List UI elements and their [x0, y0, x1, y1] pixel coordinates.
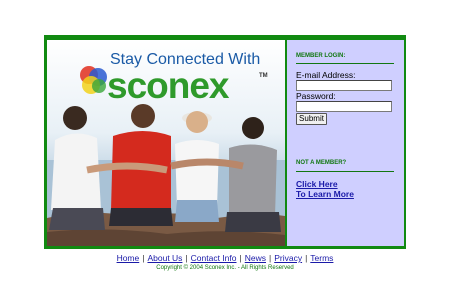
login-panel: MEMBER LOGIN: E-mail Address: Password: …	[287, 40, 404, 246]
brand-wordmark: sconex	[107, 65, 230, 106]
trademark-mark: TM	[259, 73, 268, 79]
footer-link-news[interactable]: News	[245, 253, 266, 263]
email-field[interactable]	[296, 80, 392, 91]
hero-banner: Stay Connected With sconex TM	[47, 40, 285, 246]
footer-nav: Home | About Us | Contact Info | News | Privacy |…	[0, 253, 450, 263]
separator: |	[142, 253, 145, 263]
footer-link-terms[interactable]: Terms	[310, 253, 333, 263]
submit-button[interactable]: Submit	[296, 113, 327, 125]
separator: |	[185, 253, 188, 263]
learn-more-link-line2[interactable]: To Learn More	[296, 189, 354, 199]
password-label: Password:	[296, 91, 336, 101]
sconex-logo-icon	[80, 66, 107, 94]
footer-link-about-us[interactable]: About Us	[147, 253, 182, 263]
email-label: E-mail Address:	[296, 70, 356, 80]
separator: |	[239, 253, 242, 263]
divider	[296, 171, 394, 172]
learn-more-link[interactable]: Click Here	[296, 179, 338, 189]
footer-link-home[interactable]: Home	[117, 253, 140, 263]
separator: |	[305, 253, 308, 263]
copyright-text: Copyright © 2004 Sconex Inc. - All Right…	[156, 265, 294, 271]
footer-link-privacy[interactable]: Privacy	[274, 253, 302, 263]
member-login-heading: MEMBER LOGIN:	[296, 53, 346, 59]
divider	[296, 63, 394, 64]
password-field[interactable]	[296, 101, 392, 112]
footer-link-contact-info[interactable]: Contact Info	[191, 253, 237, 263]
not-a-member-heading: NOT A MEMBER?	[296, 160, 347, 166]
separator: |	[268, 253, 272, 263]
